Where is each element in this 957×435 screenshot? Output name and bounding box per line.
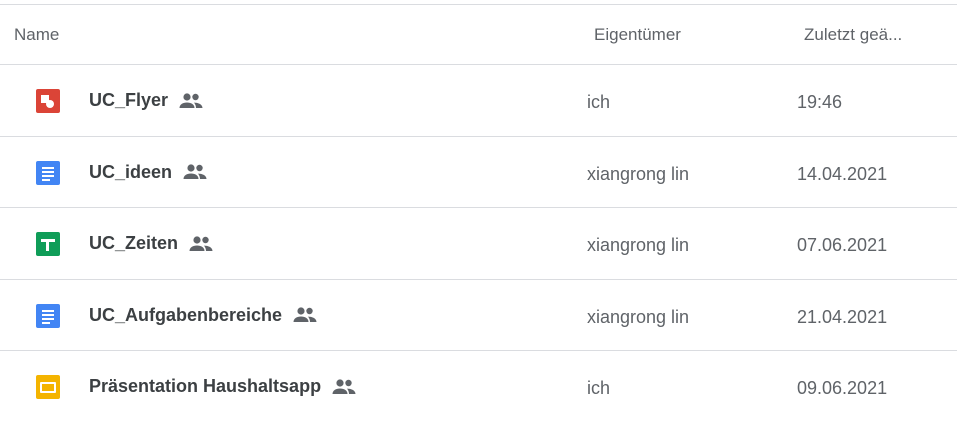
shared-people-icon (292, 306, 318, 324)
docs-icon (36, 303, 60, 328)
slides-icon (36, 375, 60, 400)
file-row[interactable]: UC_ideen xiangrong lin 14.04.2021 (0, 137, 957, 209)
drawing-icon (36, 89, 60, 113)
file-row[interactable]: UC_Zeiten xiangrong lin 07.06.2021 (0, 208, 957, 280)
file-last-modified: 09.06.2021 (797, 378, 888, 399)
shared-people-icon (188, 235, 214, 253)
file-last-modified: 07.06.2021 (797, 235, 888, 256)
shared-people-icon (331, 378, 357, 396)
column-header-name[interactable]: Name (14, 25, 59, 45)
shared-people-icon (178, 92, 204, 110)
docs-icon (36, 160, 60, 185)
file-name[interactable]: UC_Flyer (89, 90, 204, 111)
file-rows: UC_Flyer ich 19:46 UC_ideen xiangrong li… (0, 65, 957, 423)
file-list: Name Eigentümer Zuletzt geä... UC_Flyer … (0, 0, 957, 435)
file-last-modified: 19:46 (797, 92, 843, 112)
file-name[interactable]: UC_ideen (89, 162, 208, 183)
file-name[interactable]: Präsentation Haushaltsapp (89, 376, 357, 397)
list-header: Name Eigentümer Zuletzt geä... (0, 5, 957, 65)
file-owner: ich (587, 92, 611, 112)
file-owner: xiangrong lin (587, 235, 690, 256)
file-owner: xiangrong lin (587, 163, 690, 184)
file-row[interactable]: UC_Aufgabenbereiche xiangrong lin 21.04.… (0, 280, 957, 352)
file-owner: xiangrong lin (587, 306, 690, 327)
shared-people-icon (182, 163, 208, 181)
file-last-modified: 21.04.2021 (797, 306, 888, 327)
file-name[interactable]: UC_Aufgabenbereiche (89, 305, 318, 326)
column-header-owner[interactable]: Eigentümer (594, 25, 681, 45)
file-name[interactable]: UC_Zeiten (89, 233, 214, 254)
column-header-last-modified[interactable]: Zuletzt geä... (804, 25, 928, 45)
file-last-modified: 14.04.2021 (797, 163, 888, 184)
file-row[interactable]: UC_Flyer ich 19:46 (0, 65, 957, 137)
file-row[interactable]: Präsentation Haushaltsapp ich 09.06.2021 (0, 351, 957, 423)
sheets-icon (36, 232, 60, 257)
file-owner: ich (587, 378, 611, 399)
